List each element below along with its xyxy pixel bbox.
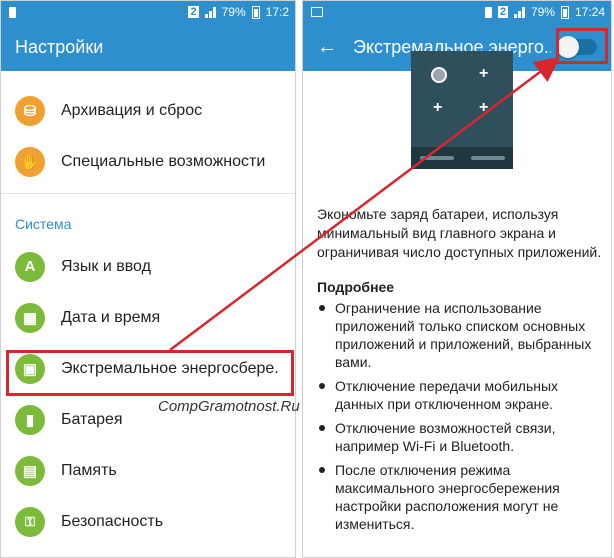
annotation-arrow — [169, 56, 560, 351]
arrow-line — [169, 56, 560, 351]
